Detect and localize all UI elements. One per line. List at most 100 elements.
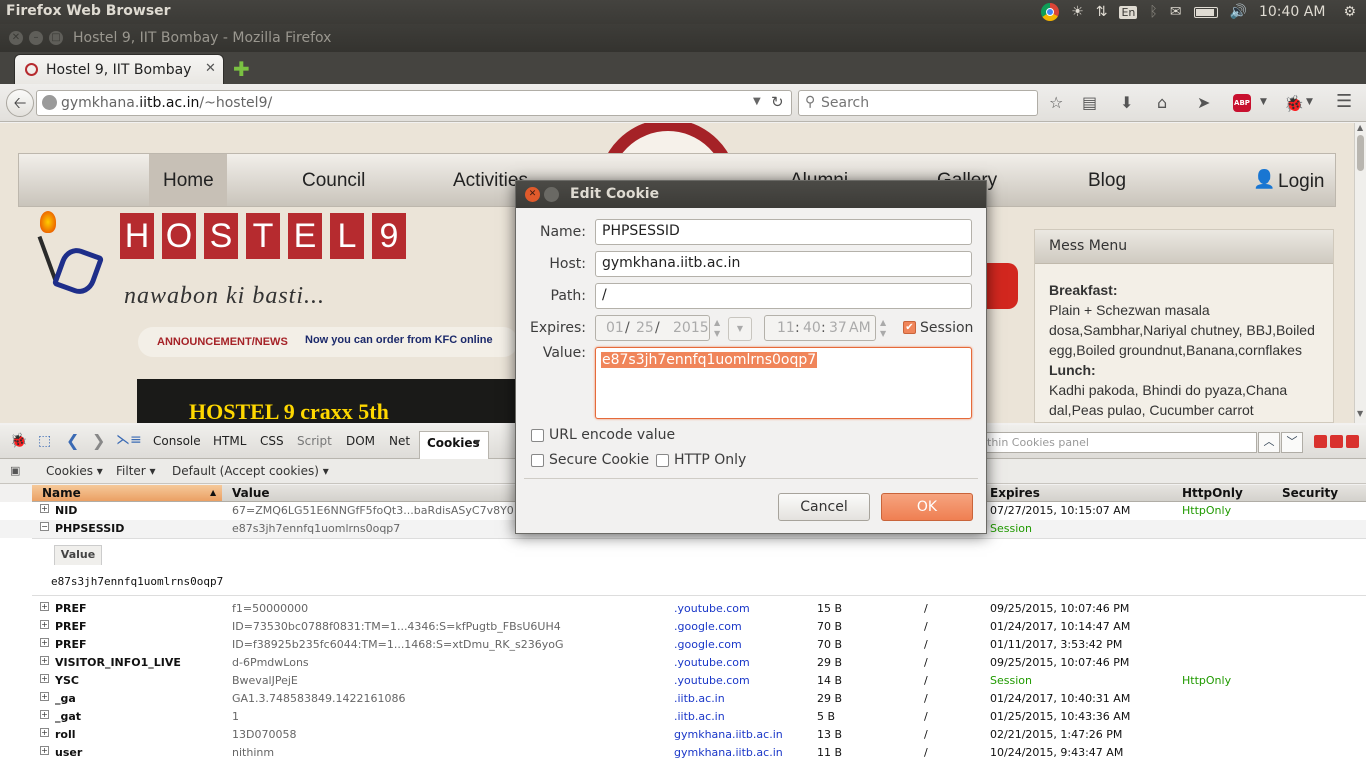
http-only-checkbox[interactable] [656, 454, 669, 467]
panel-html[interactable]: HTML [213, 434, 246, 448]
menu-home[interactable]: Home [163, 170, 214, 192]
reading-list-icon[interactable]: ▤ [1082, 93, 1097, 112]
menu-login[interactable]: Login [1278, 171, 1325, 193]
mail-icon[interactable]: ✉ [1170, 4, 1182, 20]
column-expires[interactable]: Expires [990, 486, 1040, 500]
column-security[interactable]: Security [1282, 486, 1338, 500]
name-field[interactable]: PHPSESSID [595, 219, 972, 245]
panel-script[interactable]: Script [297, 434, 332, 448]
collapse-icon[interactable]: − [40, 522, 49, 531]
downloads-icon[interactable]: ⬇ [1120, 93, 1133, 112]
cookies-panel-icon[interactable]: ▣ [10, 464, 20, 477]
dialog-close-button[interactable]: ✕ [525, 187, 540, 202]
firebug-bug-icon[interactable]: 🐞 [10, 433, 27, 449]
firebug-icon[interactable]: 🐞 [1284, 94, 1304, 113]
firebug-close-button[interactable] [1346, 435, 1359, 448]
calendar-dropdown-button[interactable]: ▼ [728, 317, 752, 341]
brightness-icon[interactable]: ☀ [1071, 4, 1084, 20]
maximize-window-button[interactable]: □ [49, 31, 63, 45]
dialog-minimize-button[interactable] [544, 187, 559, 202]
forward-arrow-icon[interactable]: ❯ [92, 431, 105, 450]
scroll-thumb[interactable] [1357, 135, 1364, 171]
adblock-icon[interactable]: ABP [1233, 94, 1251, 112]
table-row[interactable]: + VISITOR_INFO1_LIVE d-6PmdwLons .youtube.c… [0, 654, 1366, 672]
expand-icon[interactable]: + [40, 620, 49, 629]
reload-icon[interactable]: ↻ [771, 93, 784, 111]
network-icon[interactable]: ⇅ [1096, 4, 1108, 20]
column-value[interactable]: Value [232, 486, 270, 500]
expand-icon[interactable]: + [40, 656, 49, 665]
expand-icon[interactable]: + [40, 638, 49, 647]
cancel-button[interactable]: Cancel [778, 493, 870, 521]
announcement-text[interactable]: Now you can order from KFC online [305, 334, 493, 346]
minimize-window-button[interactable]: – [29, 31, 43, 45]
back-arrow-icon[interactable]: ❮ [66, 431, 79, 450]
expand-icon[interactable]: + [40, 602, 49, 611]
scroll-down-icon[interactable]: ▼ [1357, 409, 1363, 418]
time-spinner-icon[interactable]: ▲ ▼ [880, 317, 886, 339]
secure-cookie-checkbox[interactable] [531, 454, 544, 467]
send-icon[interactable]: ➤ [1197, 93, 1210, 112]
panel-dom[interactable]: DOM [346, 434, 375, 448]
expand-icon[interactable]: + [40, 692, 49, 701]
cookies-menu[interactable]: Cookies ▾ [46, 464, 103, 478]
table-row[interactable]: + PREF ID=73530bc0788f0831:TM=1...4346:S=k… [0, 618, 1366, 636]
tab-hostel9[interactable]: Hostel 9, IIT Bombay ✕ [14, 54, 224, 84]
home-icon[interactable]: ⌂ [1157, 93, 1167, 112]
search-bar[interactable]: ⚲ [798, 90, 1038, 116]
firebug-detach-button[interactable] [1330, 435, 1343, 448]
value-textarea[interactable]: e87s3jh7ennfq1uomlrns0oqp7 [595, 347, 972, 419]
panel-css[interactable]: CSS [260, 434, 284, 448]
inspect-icon[interactable]: ⬚ [38, 433, 51, 449]
host-field[interactable]: gymkhana.iitb.ac.in [595, 251, 972, 277]
clock[interactable]: 10:40 AM [1259, 4, 1325, 20]
session-checkbox[interactable]: ✔ [903, 321, 916, 334]
menu-council[interactable]: Council [302, 170, 365, 192]
menu-blog[interactable]: Blog [1088, 170, 1126, 192]
column-httponly[interactable]: HttpOnly [1182, 486, 1243, 500]
menu-icon[interactable]: ☰ [1336, 91, 1352, 112]
url-encode-checkbox[interactable] [531, 429, 544, 442]
page-scrollbar[interactable]: ▲ ▼ [1354, 123, 1366, 423]
keyboard-layout-indicator[interactable]: En [1119, 5, 1138, 19]
expand-icon[interactable]: + [40, 728, 49, 737]
table-row[interactable]: + _ga GA1.3.748583849.1422161086 .iitb.ac.i… [0, 690, 1366, 708]
youtube-icon[interactable] [984, 263, 1018, 309]
back-button[interactable]: 🡠 [6, 89, 34, 117]
battery-icon[interactable] [1193, 6, 1218, 18]
gear-icon[interactable]: ⚙ [1343, 4, 1356, 20]
expires-date-picker[interactable]: 01 / 25 / 2015 [595, 315, 710, 341]
table-row[interactable]: + PREF f1=50000000 .youtube.com 15 B / 09/25/2… [0, 600, 1366, 618]
panel-console[interactable]: Console [153, 434, 201, 448]
command-line-icon[interactable]: ⋋≡ [116, 432, 142, 448]
expires-time-picker[interactable]: 11 : 40 : 37 AM [764, 315, 876, 341]
name-column-header[interactable]: Name ▲ [32, 485, 222, 501]
scroll-up-icon[interactable]: ▲ [1357, 123, 1363, 132]
bluetooth-icon[interactable]: ᛒ [1149, 4, 1157, 20]
panel-net[interactable]: Net [389, 434, 410, 448]
search-prev-button[interactable]: ︿ [1258, 432, 1280, 453]
table-row[interactable]: + _gat 1 .iitb.ac.in 5 B / 01/25/2015, 10:43:3… [0, 708, 1366, 726]
bookmark-star-icon[interactable]: ☆ [1049, 93, 1063, 112]
firebug-dropdown-icon[interactable]: ▼ [1306, 97, 1313, 107]
table-row[interactable]: + PREF ID=f38925b235fc6044:TM=1...1468:S=x… [0, 636, 1366, 654]
search-input[interactable] [821, 93, 1031, 113]
search-next-button[interactable]: ﹀ [1281, 432, 1303, 453]
url-bar[interactable]: gymkhana.iitb.ac.in/~hostel9/ ▼ ↻ [36, 90, 792, 116]
dropdown-arrow-icon[interactable]: ▼ [753, 96, 761, 107]
filter-menu[interactable]: Filter ▾ [116, 464, 156, 478]
ok-button[interactable]: OK [881, 493, 973, 521]
firebug-minimize-button[interactable] [1314, 435, 1327, 448]
table-row[interactable]: + user nithinm gymkhana.iitb.ac.in 11 B / 10/2… [0, 744, 1366, 762]
expand-icon[interactable]: + [40, 710, 49, 719]
chrome-icon[interactable] [1041, 3, 1060, 21]
new-tab-button[interactable]: ✚ [233, 57, 250, 81]
firebug-search-box[interactable]: thin Cookies panel [980, 432, 1257, 453]
volume-icon[interactable]: 🔊 [1230, 4, 1247, 20]
adblock-dropdown-icon[interactable]: ▼ [1260, 97, 1267, 107]
expand-icon[interactable]: + [40, 674, 49, 683]
panel-cookies-active[interactable]: Cookies ▼ [419, 431, 489, 459]
value-detail-tab[interactable]: Value [54, 545, 102, 565]
close-window-button[interactable]: ✕ [9, 31, 23, 45]
close-tab-icon[interactable]: ✕ [205, 61, 216, 76]
